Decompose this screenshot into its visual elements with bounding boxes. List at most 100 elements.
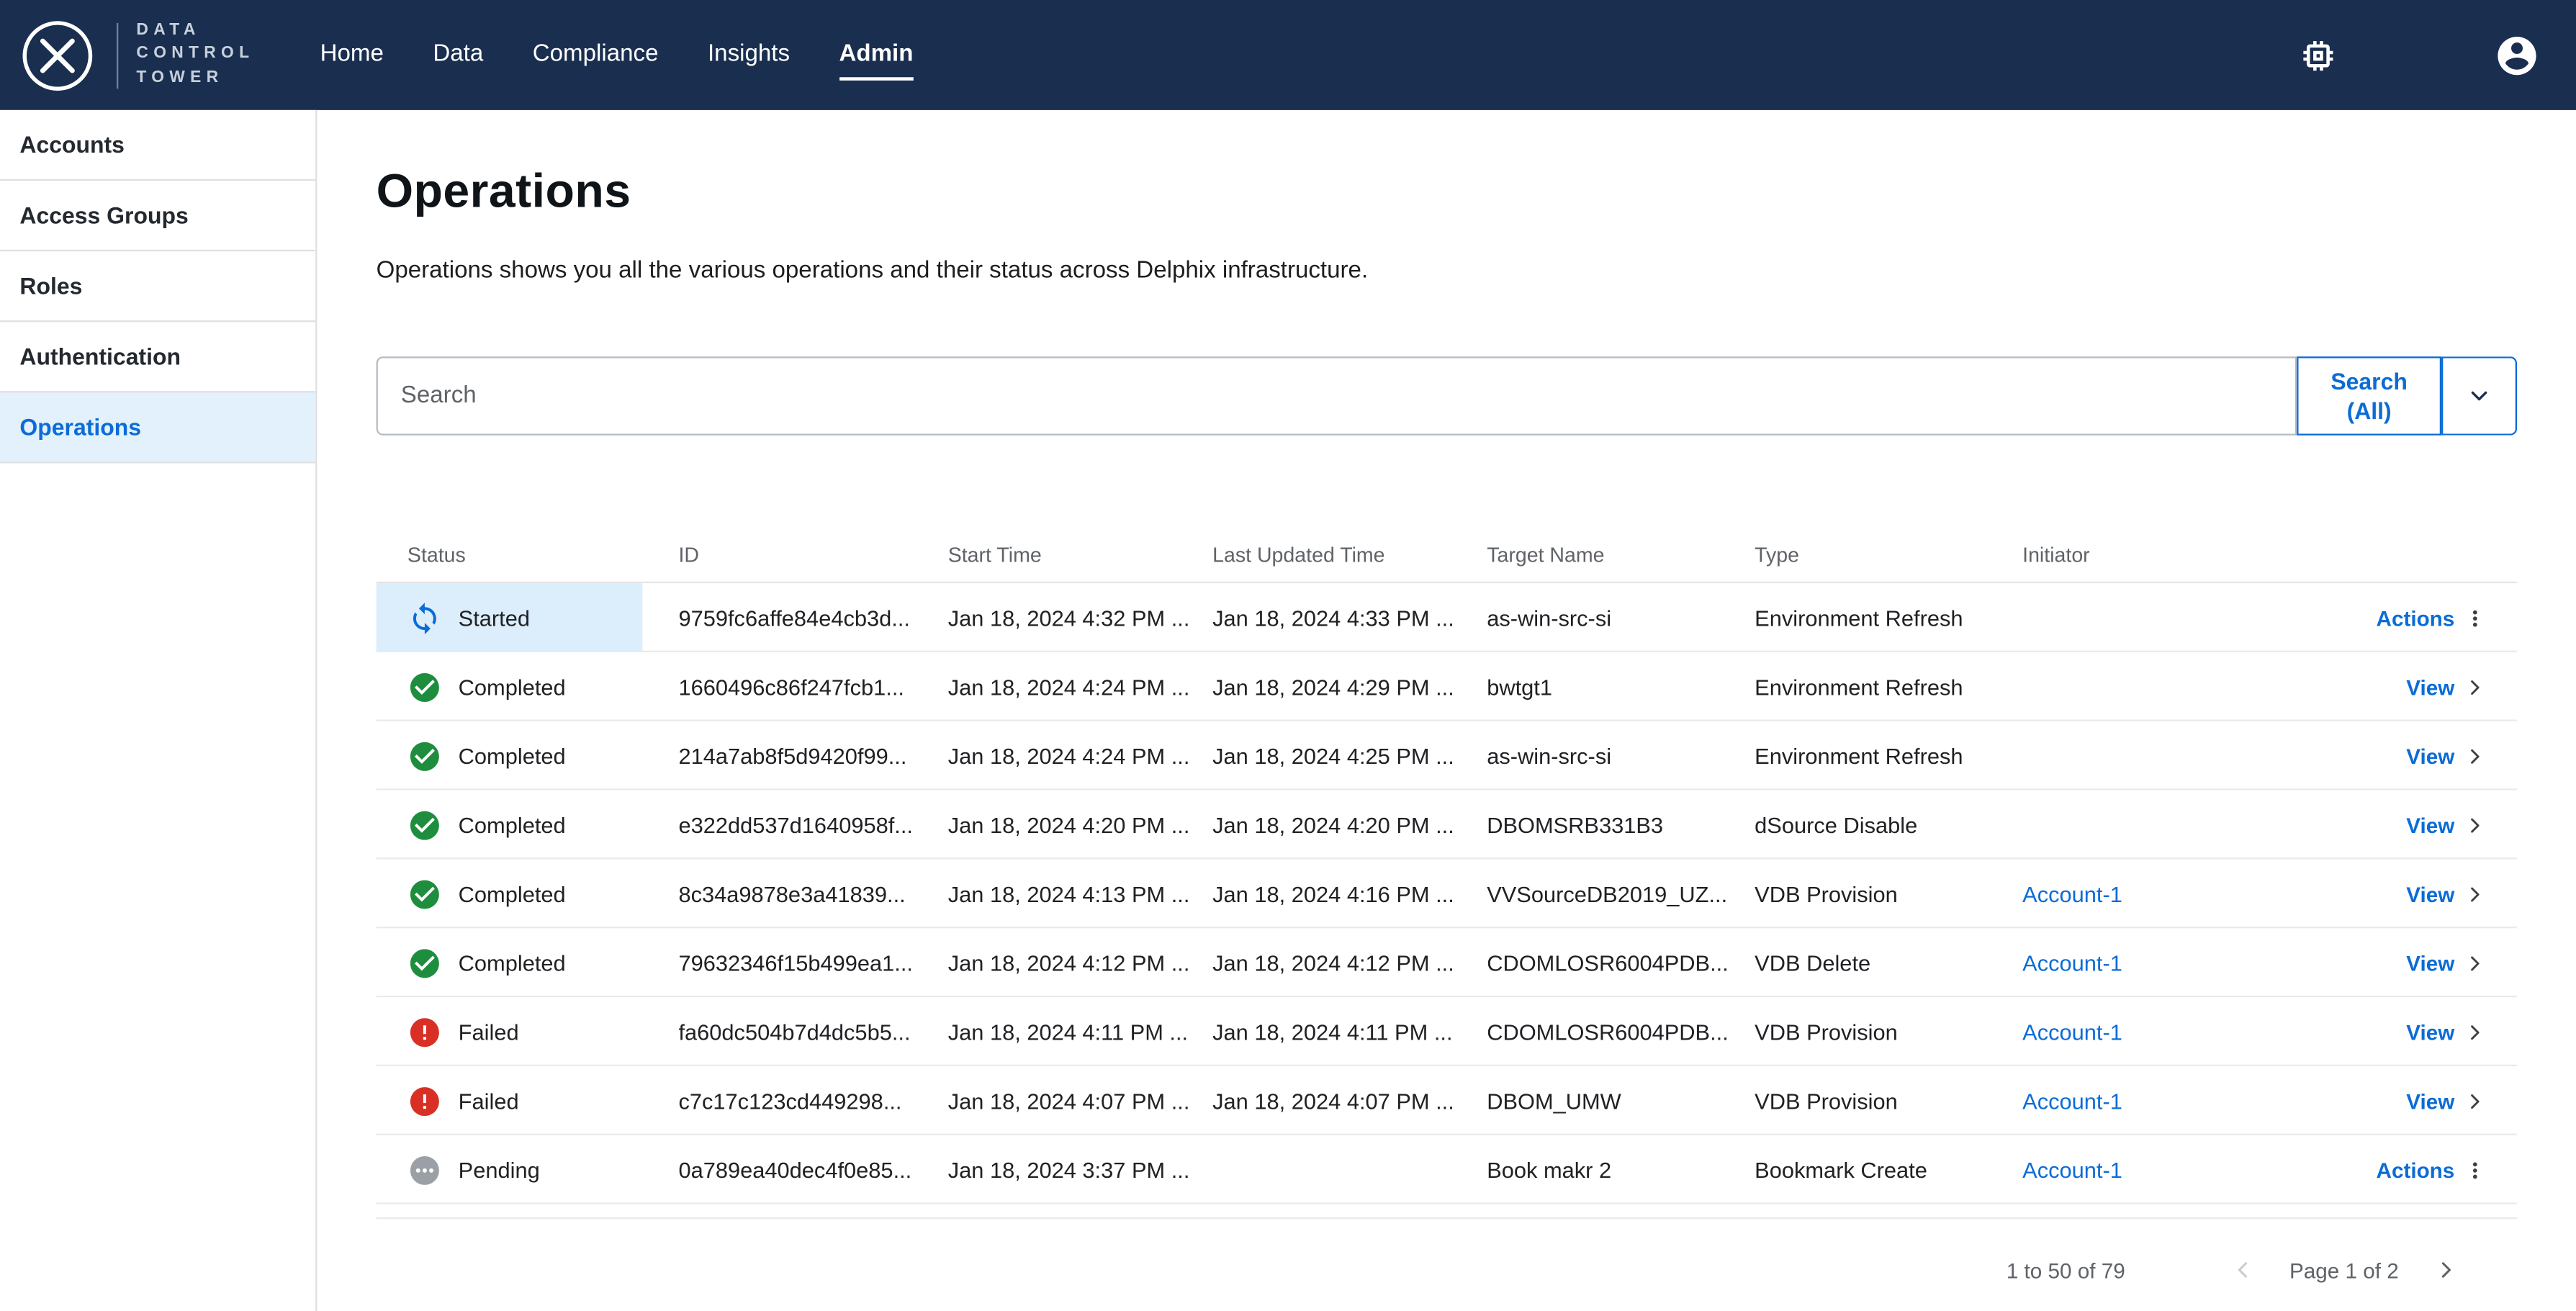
- nav-item-insights[interactable]: Insights: [708, 30, 790, 81]
- view-button[interactable]: View: [2406, 881, 2487, 906]
- nav-item-home[interactable]: Home: [320, 30, 384, 81]
- start-time: Jan 18, 2024 4:12 PM ...: [948, 950, 1212, 975]
- table-row: Completed 214a7ab8f5d9420f99... Jan 18, …: [377, 721, 2517, 790]
- status-label: Failed: [459, 1089, 519, 1113]
- initiator-link[interactable]: Account-1: [2022, 881, 2122, 906]
- start-time: Jan 18, 2024 4:24 PM ...: [948, 744, 1212, 768]
- action-cell: Actions Actions: [2220, 605, 2517, 630]
- operations-table-body: Started 9759fc6affe84e4cb3d... Jan 18, 2…: [377, 583, 2517, 1204]
- action-cell: View View: [2220, 1019, 2517, 1044]
- status-icon: [407, 808, 442, 842]
- view-button[interactable]: View: [2406, 1019, 2487, 1044]
- target-name: Book makr 2: [1487, 1158, 1755, 1182]
- check-circle-icon: [407, 945, 442, 980]
- operation-type: Environment Refresh: [1755, 744, 2022, 768]
- last-updated-time: Jan 18, 2024 4:25 PM ...: [1212, 744, 1487, 768]
- previous-page-button[interactable]: [2217, 1257, 2266, 1284]
- dct-logo-icon: [17, 14, 99, 96]
- table-row: Completed 79632346f15b499ea1... Jan 18, …: [377, 928, 2517, 997]
- action-cell: View View: [2220, 675, 2517, 699]
- settings-chip-icon[interactable]: [2299, 35, 2338, 75]
- view-button[interactable]: View: [2406, 950, 2487, 975]
- account-avatar-icon[interactable]: [2494, 32, 2540, 78]
- table-row: Completed e322dd537d1640958f... Jan 18, …: [377, 790, 2517, 860]
- sidebar-item-roles[interactable]: Roles: [0, 251, 315, 322]
- status-icon: [407, 1014, 442, 1049]
- nav-item-data[interactable]: Data: [433, 30, 483, 81]
- operation-id: fa60dc504b7d4dc5b5...: [678, 1019, 947, 1044]
- target-name: DBOMSRB331B3: [1487, 812, 1755, 837]
- operation-type: Environment Refresh: [1755, 675, 2022, 699]
- view-button-label: View: [2406, 881, 2454, 906]
- initiator-link[interactable]: Account-1: [2022, 1019, 2122, 1044]
- status-cell: Completed: [377, 790, 679, 860]
- check-circle-icon: [407, 739, 442, 773]
- nav-item-compliance[interactable]: Compliance: [533, 30, 659, 81]
- view-button-label: View: [2406, 744, 2454, 768]
- view-button[interactable]: View: [2406, 744, 2487, 768]
- target-name: as-win-src-si: [1487, 744, 1755, 768]
- chevron-right-icon: [2463, 950, 2487, 975]
- start-time: Jan 18, 2024 4:20 PM ...: [948, 812, 1212, 837]
- sidebar-item-access-groups[interactable]: Access Groups: [0, 181, 315, 251]
- start-time: Jan 18, 2024 4:11 PM ...: [948, 1019, 1212, 1044]
- sidebar-item-label: Operations: [19, 414, 141, 441]
- view-button[interactable]: View: [2406, 675, 2487, 699]
- status-cell: Pending: [377, 1135, 679, 1204]
- brand-logo: DATA CONTROL TOWER: [17, 14, 255, 96]
- table-bottom-border: [377, 1204, 2517, 1220]
- last-updated-time: Jan 18, 2024 4:20 PM ...: [1212, 812, 1487, 837]
- status-cell: Failed: [377, 997, 679, 1066]
- last-updated-time: Jan 18, 2024 4:07 PM ...: [1212, 1089, 1487, 1113]
- start-time: Jan 18, 2024 4:32 PM ...: [948, 605, 1212, 630]
- actions-button[interactable]: Actions: [2377, 1158, 2487, 1182]
- actions-button[interactable]: Actions: [2377, 605, 2487, 630]
- sidebar-item-accounts[interactable]: Accounts: [0, 110, 315, 181]
- last-updated-time: Jan 18, 2024 4:29 PM ...: [1212, 675, 1487, 699]
- operation-id: 1660496c86f247fcb1...: [678, 675, 947, 699]
- operation-id: 79632346f15b499ea1...: [678, 950, 947, 975]
- actions-button-label: Actions: [2377, 1158, 2455, 1182]
- start-time: Jan 18, 2024 3:37 PM ...: [948, 1158, 1212, 1182]
- start-time: Jan 18, 2024 4:07 PM ...: [948, 1089, 1212, 1113]
- action-cell: Actions Actions: [2220, 1158, 2517, 1182]
- action-cell: View View: [2220, 950, 2517, 975]
- view-button-label: View: [2406, 1089, 2454, 1113]
- kebab-menu-icon: [2463, 1158, 2487, 1182]
- view-button-label: View: [2406, 675, 2454, 699]
- pagination-page-label: Page 1 of 2: [2289, 1258, 2399, 1282]
- sidebar-item-operations[interactable]: Operations: [0, 392, 315, 463]
- view-button[interactable]: View: [2406, 812, 2487, 837]
- status-cell: Completed: [377, 652, 679, 721]
- operation-id: 214a7ab8f5d9420f99...: [678, 744, 947, 768]
- search-all-button[interactable]: Search (All): [2297, 356, 2441, 436]
- initiator-link[interactable]: Account-1: [2022, 950, 2122, 975]
- page-title: Operations: [377, 166, 2517, 220]
- search-input[interactable]: [377, 356, 2297, 436]
- status-icon: [407, 876, 442, 911]
- sidebar-item-authentication[interactable]: Authentication: [0, 322, 315, 392]
- check-circle-icon: [407, 876, 442, 911]
- initiator-link[interactable]: Account-1: [2022, 1158, 2122, 1182]
- table-row: Failed fa60dc504b7d4dc5b5... Jan 18, 202…: [377, 997, 2517, 1066]
- operation-id: 8c34a9878e3a41839...: [678, 881, 947, 906]
- logo-divider: [117, 22, 118, 88]
- brand-name: DATA CONTROL TOWER: [136, 19, 254, 91]
- chevron-right-icon: [2463, 1019, 2487, 1044]
- operation-type: VDB Provision: [1755, 881, 2022, 906]
- sidebar-item-label: Accounts: [19, 132, 125, 158]
- next-page-button[interactable]: [2422, 1257, 2471, 1284]
- search-bar: Search (All): [377, 356, 2517, 436]
- last-updated-time: Jan 18, 2024 4:33 PM ...: [1212, 605, 1487, 630]
- status-cell: Started: [377, 583, 679, 652]
- view-button[interactable]: View: [2406, 1089, 2487, 1113]
- status-icon: [407, 670, 442, 704]
- initiator-link[interactable]: Account-1: [2022, 1089, 2122, 1113]
- status-cell: Completed: [377, 928, 679, 997]
- action-cell: View View: [2220, 812, 2517, 837]
- nav-item-admin[interactable]: Admin: [839, 30, 913, 81]
- status-cell: Completed: [377, 721, 679, 790]
- chevron-right-icon: [2433, 1257, 2460, 1284]
- search-scope-dropdown[interactable]: [2441, 356, 2517, 436]
- status-label: Pending: [459, 1158, 540, 1182]
